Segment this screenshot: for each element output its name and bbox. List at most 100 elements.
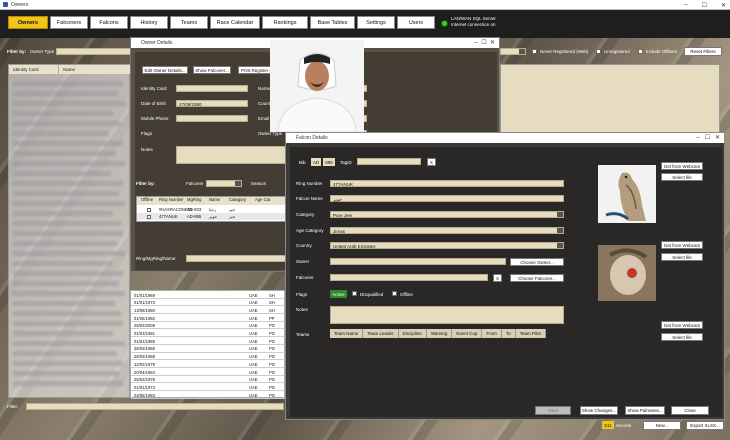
clear-falconer-button[interactable]: X: [493, 274, 502, 282]
column-from[interactable]: From: [482, 329, 502, 338]
owner-field[interactable]: [330, 258, 506, 265]
nav-falconers[interactable]: Falconers: [50, 16, 88, 29]
column-identity-card[interactable]: Identity Card: [9, 65, 59, 74]
close-icon[interactable]: – ☐ ✕: [475, 39, 495, 46]
owner-notes-field[interactable]: [176, 146, 286, 164]
category-select[interactable]: Pure Jeer: [330, 211, 564, 218]
column-ring[interactable]: Ring Number: [159, 197, 187, 205]
table-row[interactable]: [13, 161, 125, 166]
table-row[interactable]: 01/01/1969 UAE SH: [131, 291, 286, 299]
column-offline[interactable]: Offline: [137, 197, 159, 205]
table-row[interactable]: 04/06/1983 UAE PO: [131, 391, 286, 399]
choose-owner-button[interactable]: Choose Owner...: [510, 258, 564, 266]
age-category-select[interactable]: Jirnas: [330, 227, 564, 234]
table-row[interactable]: [13, 271, 123, 276]
owner-type-select[interactable]: [56, 48, 131, 55]
column-discipline[interactable]: Discipline: [398, 329, 427, 338]
reset-filters-button[interactable]: Reset Filters: [684, 47, 722, 56]
column-warning[interactable]: Warning: [426, 329, 453, 338]
column-team-leader[interactable]: Team Leader: [363, 329, 399, 338]
table-row[interactable]: [13, 361, 123, 366]
edit-owner-button[interactable]: Edit Owner Details...: [142, 66, 188, 74]
nav-history[interactable]: History: [130, 16, 168, 29]
table-row[interactable]: [13, 201, 125, 206]
identity-card-field[interactable]: [176, 85, 248, 92]
table-row[interactable]: 26/03/1986 UAE PO: [131, 345, 286, 353]
offline-checkbox[interactable]: [392, 291, 397, 296]
disqualified-checkbox[interactable]: [352, 291, 357, 296]
filter-field[interactable]: [26, 403, 284, 410]
new-button[interactable]: New...: [643, 421, 681, 430]
show-palmares-button[interactable]: Show Palmares...: [625, 406, 665, 415]
column-category[interactable]: Category: [229, 197, 255, 205]
falcon-name-field[interactable]: جوير: [330, 195, 564, 202]
webcam-button-1[interactable]: Get from Webcam: [661, 162, 703, 170]
table-row[interactable]: [13, 311, 121, 316]
nav-rankings[interactable]: Rankings: [262, 16, 308, 29]
maximize-icon[interactable]: ☐: [702, 2, 707, 9]
table-row[interactable]: [13, 331, 113, 336]
choose-falconer-button[interactable]: Choose Falconer...: [510, 274, 564, 282]
table-row[interactable]: 26/03/1978 UAE PO: [131, 376, 286, 384]
column-team-pilot[interactable]: Team Pilot: [515, 329, 546, 338]
offline-checkbox[interactable]: [147, 207, 151, 212]
select-file-button-3[interactable]: Select file: [661, 333, 703, 341]
table-row[interactable]: [13, 291, 125, 296]
mobile-field[interactable]: [176, 115, 248, 122]
table-row[interactable]: 01/06/1982 UAE PP: [131, 314, 286, 322]
active-flag[interactable]: Active: [330, 290, 347, 298]
table-row[interactable]: [13, 131, 109, 136]
show-falconer-button[interactable]: Show Falconer...: [193, 66, 231, 74]
falconer-field[interactable]: [330, 274, 488, 281]
select-file-button-2[interactable]: Select file: [661, 253, 703, 261]
table-row[interactable]: 01/01/1973 UAE SH: [131, 299, 286, 307]
column-mgring[interactable]: MgRing: [187, 197, 209, 205]
table-row[interactable]: [13, 181, 123, 186]
column-to[interactable]: To: [501, 329, 516, 338]
table-row[interactable]: [13, 101, 125, 106]
dob-field[interactable]: 27/08/1980: [176, 100, 248, 107]
export-xlsx-button[interactable]: Export XLSX...: [686, 421, 724, 430]
close-icon[interactable]: ✕: [721, 2, 726, 9]
nav-base-tables[interactable]: Base Tables: [310, 16, 355, 29]
nav-settings[interactable]: Settings: [357, 16, 395, 29]
owners-data-table[interactable]: 01/01/1969 UAE SH 01/01/1973 UAE SH 13/08/19…: [130, 290, 286, 399]
table-row[interactable]: 01/03/1991 UAE PO: [131, 330, 286, 338]
table-row[interactable]: 12/02/1979 UAE PO: [131, 360, 286, 368]
table-row[interactable]: [13, 141, 123, 146]
column-agecat[interactable]: Age Cat: [255, 197, 277, 205]
bib-prefix-field[interactable]: AD: [311, 158, 321, 166]
table-row[interactable]: [13, 381, 123, 386]
table-row[interactable]: [13, 91, 118, 96]
table-row[interactable]: [13, 301, 115, 306]
tag-id-field[interactable]: [357, 158, 421, 165]
owners-table[interactable]: Identity Card Name: [8, 64, 131, 398]
nav-race-calendar[interactable]: Race Calendar: [210, 16, 260, 29]
table-row[interactable]: [13, 241, 117, 246]
unregistered-checkbox[interactable]: [596, 49, 601, 54]
table-row[interactable]: [13, 191, 119, 196]
offline-checkbox[interactable]: [147, 214, 151, 219]
owner-filter-select[interactable]: [500, 48, 526, 55]
close-button[interactable]: Close: [671, 406, 709, 415]
ring-search-field[interactable]: [186, 255, 286, 262]
close-icon[interactable]: – ☐ ✕: [696, 134, 720, 141]
table-row[interactable]: [13, 371, 119, 376]
nav-falcons[interactable]: Falcons: [90, 16, 128, 29]
table-row[interactable]: [13, 281, 119, 286]
nav-teams[interactable]: Teams: [170, 16, 208, 29]
minimize-icon[interactable]: –: [684, 2, 687, 8]
owner-falcons-grid[interactable]: Offline Ring Number MgRing Name Category…: [136, 196, 287, 222]
table-row[interactable]: 13/08/1980 UAE SH: [131, 306, 286, 315]
table-row[interactable]: [13, 111, 113, 116]
table-row[interactable]: [13, 321, 123, 326]
select-file-button-1[interactable]: Select file: [661, 173, 703, 181]
table-row[interactable]: [13, 151, 116, 156]
table-row[interactable]: 01/01/1985 UAE PO: [131, 337, 286, 345]
falconer-filter-select[interactable]: [206, 180, 242, 187]
table-row[interactable]: 26/03/1988 UAE PO: [131, 353, 286, 361]
table-row[interactable]: [13, 211, 113, 216]
webcam-button-3[interactable]: Get from Webcam: [661, 321, 703, 329]
nav-owners[interactable]: Owners: [8, 16, 48, 29]
column-team-name[interactable]: Team Name: [330, 329, 364, 338]
